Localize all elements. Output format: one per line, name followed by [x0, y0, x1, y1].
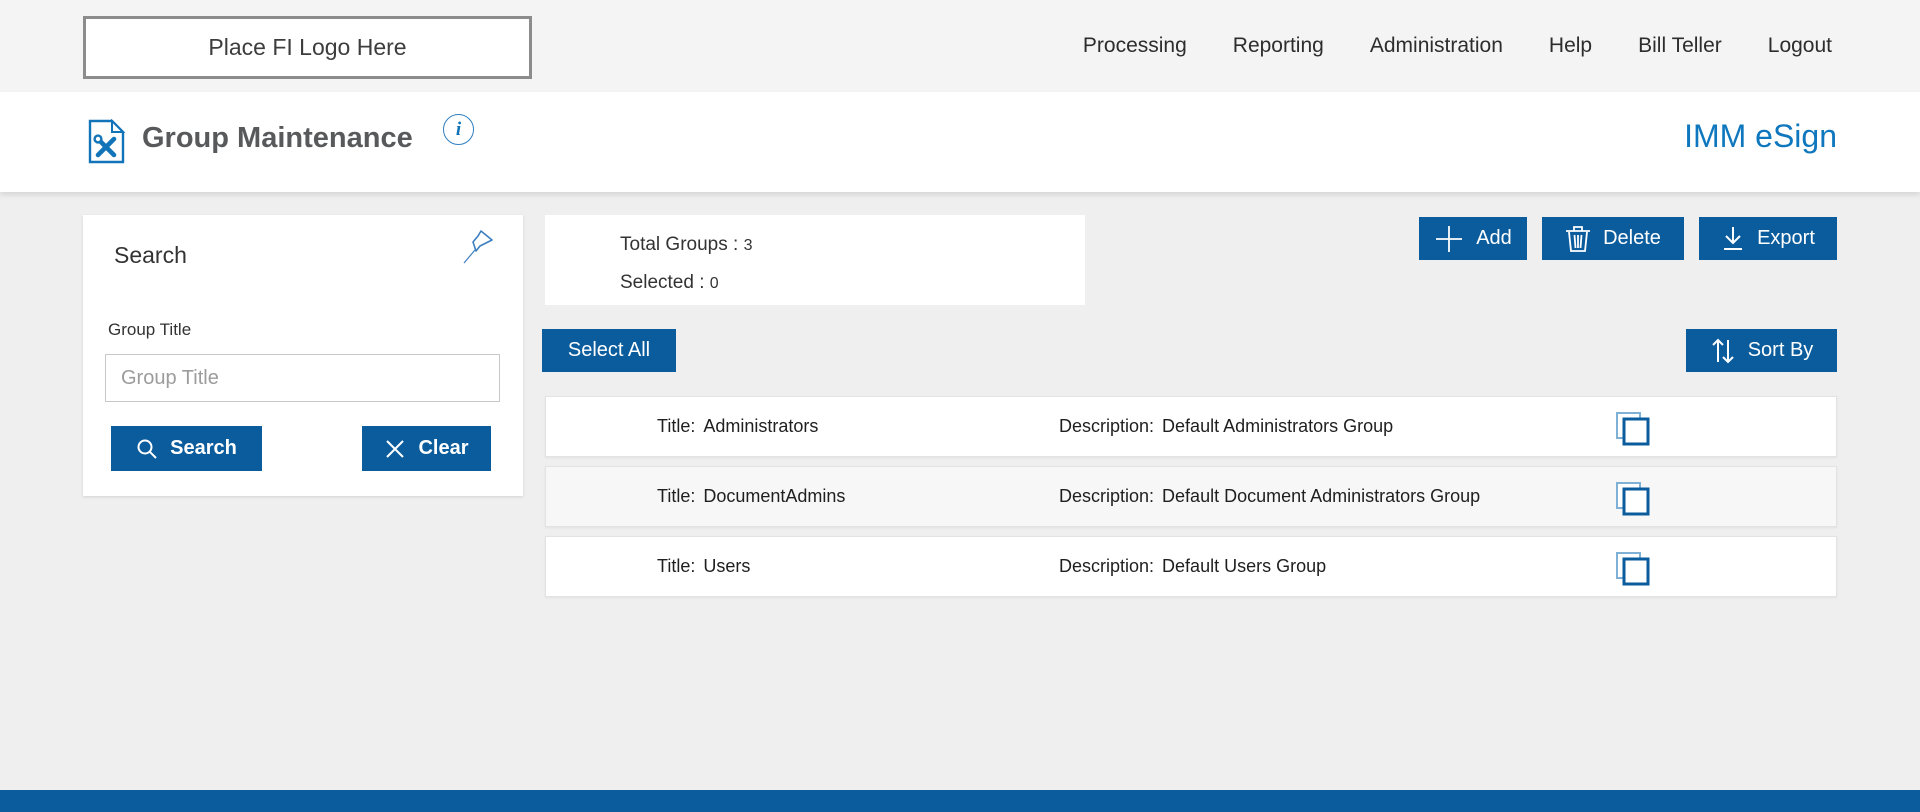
nav-item-administration[interactable]: Administration — [1370, 34, 1503, 58]
group-list: Title: Administrators Description: Default… — [545, 396, 1837, 606]
sort-by-button[interactable]: Sort By — [1686, 329, 1837, 372]
row-description: Description: Default Document Administrat… — [1059, 486, 1480, 507]
group-row-documentadmins[interactable]: Title: DocumentAdmins Description: Default… — [545, 466, 1837, 527]
clear-button-label: Clear — [418, 437, 468, 460]
pin-icon[interactable] — [461, 228, 495, 271]
fi-logo-placeholder: Place FI Logo Here — [83, 16, 532, 79]
group-row-users[interactable]: Title: Users Description: Default Users Gr… — [545, 536, 1837, 597]
product-brand: IMM eSign — [1684, 118, 1837, 155]
group-row-administrators[interactable]: Title: Administrators Description: Default… — [545, 396, 1837, 457]
title-value: Users — [703, 556, 750, 576]
total-groups-label: Total Groups : — [620, 234, 744, 255]
nav-item-reporting[interactable]: Reporting — [1233, 34, 1324, 58]
delete-button-label: Delete — [1603, 227, 1661, 250]
select-all-button-label: Select All — [568, 339, 650, 362]
description-label: Description: — [1059, 556, 1154, 576]
selected-label: Selected : — [620, 272, 710, 293]
group-maintenance-doc-tools-icon — [88, 119, 126, 169]
export-button[interactable]: Export — [1699, 217, 1837, 260]
row-title: Title: DocumentAdmins — [657, 486, 845, 507]
search-button[interactable]: Search — [111, 426, 262, 471]
copy-icon[interactable] — [1614, 480, 1652, 520]
row-title: Title: Administrators — [657, 416, 818, 437]
search-panel-title: Search — [114, 242, 187, 269]
row-description: Description: Default Users Group — [1059, 556, 1326, 577]
clear-button[interactable]: Clear — [362, 426, 491, 471]
nav-item-processing[interactable]: Processing — [1083, 34, 1187, 58]
selected-value: 0 — [710, 275, 719, 292]
row-description: Description: Default Administrators Group — [1059, 416, 1393, 437]
nav-item-help[interactable]: Help — [1549, 34, 1592, 58]
description-value: Default Administrators Group — [1162, 416, 1393, 436]
main-nav: Processing Reporting Administration Help… — [1083, 0, 1832, 92]
page-header: Group Maintenance i IMM eSign — [0, 92, 1920, 192]
total-groups-line: Total Groups : 3 — [620, 234, 752, 256]
add-button[interactable]: Add — [1419, 217, 1527, 260]
search-button-label: Search — [170, 437, 237, 460]
fi-logo-text: Place FI Logo Here — [208, 34, 406, 61]
select-all-button[interactable]: Select All — [542, 329, 676, 372]
copy-icon[interactable] — [1614, 550, 1652, 590]
nav-item-user-bill-teller[interactable]: Bill Teller — [1638, 34, 1722, 58]
total-groups-value: 3 — [744, 237, 753, 254]
title-label: Title: — [657, 416, 695, 436]
description-value: Default Document Administrators Group — [1162, 486, 1480, 506]
delete-button[interactable]: Delete — [1542, 217, 1684, 260]
export-button-label: Export — [1757, 227, 1815, 250]
info-icon[interactable]: i — [443, 114, 474, 145]
nav-item-logout[interactable]: Logout — [1768, 34, 1832, 58]
group-title-label: Group Title — [108, 320, 191, 340]
add-button-label: Add — [1476, 227, 1512, 250]
footer-bar — [0, 790, 1920, 812]
search-panel: Search Group Title Search Clear — [83, 215, 523, 496]
group-title-input[interactable] — [105, 354, 500, 402]
row-title: Title: Users — [657, 556, 750, 577]
copy-icon[interactable] — [1614, 410, 1652, 450]
title-value: DocumentAdmins — [703, 486, 845, 506]
selected-line: Selected : 0 — [620, 272, 719, 294]
page-title: Group Maintenance — [142, 122, 413, 155]
title-label: Title: — [657, 486, 695, 506]
description-value: Default Users Group — [1162, 556, 1326, 576]
group-actions: Add Delete Export — [1419, 217, 1837, 260]
sort-by-button-label: Sort By — [1748, 339, 1814, 362]
title-label: Title: — [657, 556, 695, 576]
description-label: Description: — [1059, 416, 1154, 436]
title-value: Administrators — [703, 416, 818, 436]
description-label: Description: — [1059, 486, 1154, 506]
top-bar: Place FI Logo Here Processing Reporting … — [0, 0, 1920, 92]
summary-box: Total Groups : 3 Selected : 0 — [545, 215, 1085, 305]
